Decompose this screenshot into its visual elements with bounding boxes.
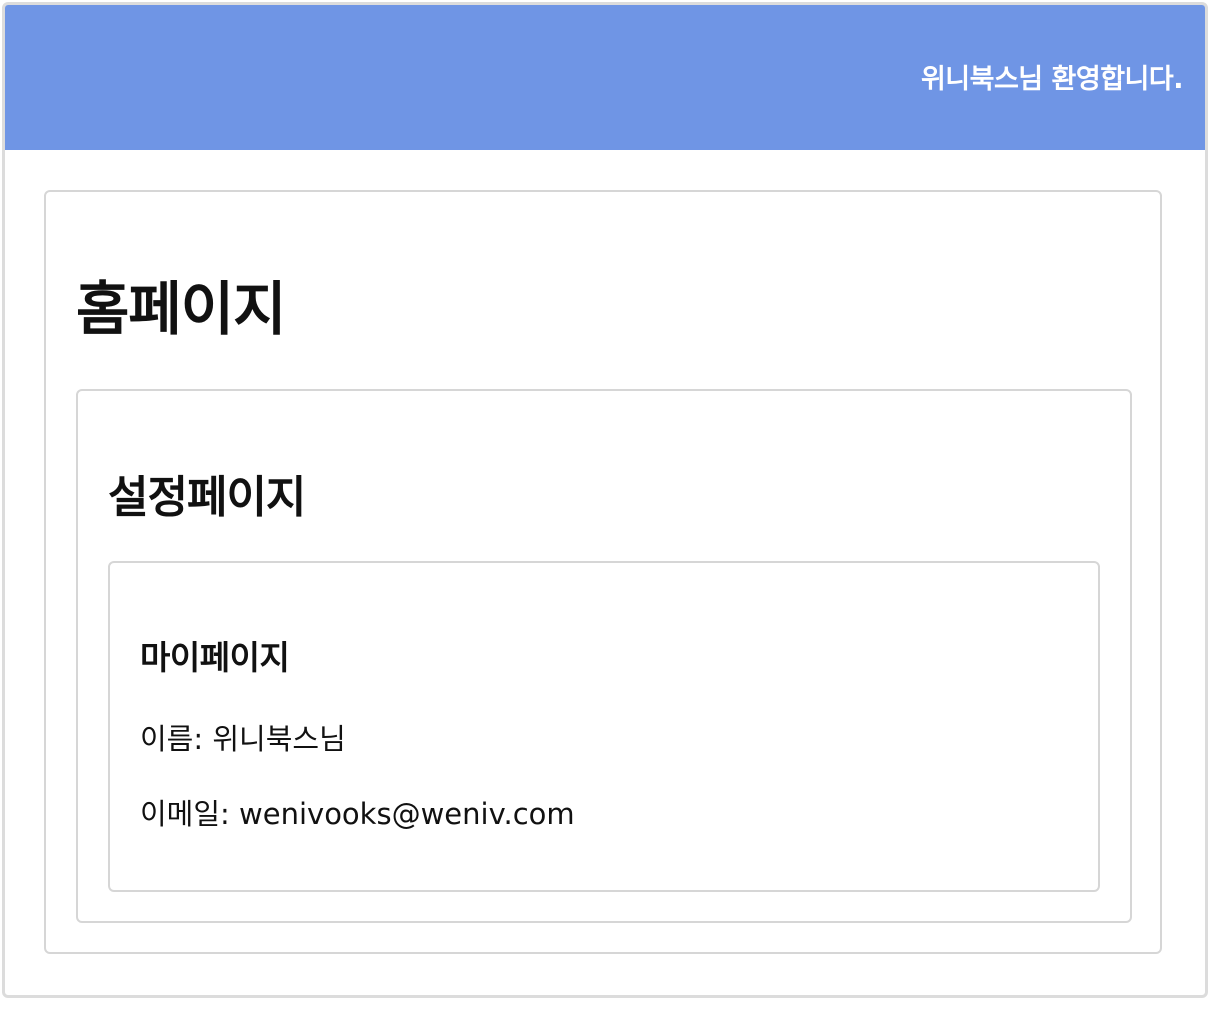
top-header: 위니북스님 환영합니다. bbox=[5, 5, 1205, 150]
home-page-title: 홈페이지 bbox=[76, 275, 286, 343]
app-frame: 위니북스님 환영합니다. 홈페이지 설정페이지 마이페이지 이름: 위니북스님 … bbox=[2, 2, 1208, 998]
home-page-card: 홈페이지 설정페이지 마이페이지 이름: 위니북스님 이메일: wenivook… bbox=[44, 190, 1162, 954]
settings-page-card: 설정페이지 마이페이지 이름: 위니북스님 이메일: wenivooks@wen… bbox=[76, 389, 1132, 923]
user-email-text: 이메일: wenivooks@weniv.com bbox=[140, 797, 575, 831]
my-page-card: 마이페이지 이름: 위니북스님 이메일: wenivooks@weniv.com bbox=[108, 561, 1100, 892]
settings-page-title: 설정페이지 bbox=[108, 472, 306, 523]
user-name-text: 이름: 위니북스님 bbox=[140, 722, 346, 756]
my-page-title: 마이페이지 bbox=[140, 638, 290, 677]
welcome-message: 위니북스님 환영합니다. bbox=[920, 64, 1184, 95]
